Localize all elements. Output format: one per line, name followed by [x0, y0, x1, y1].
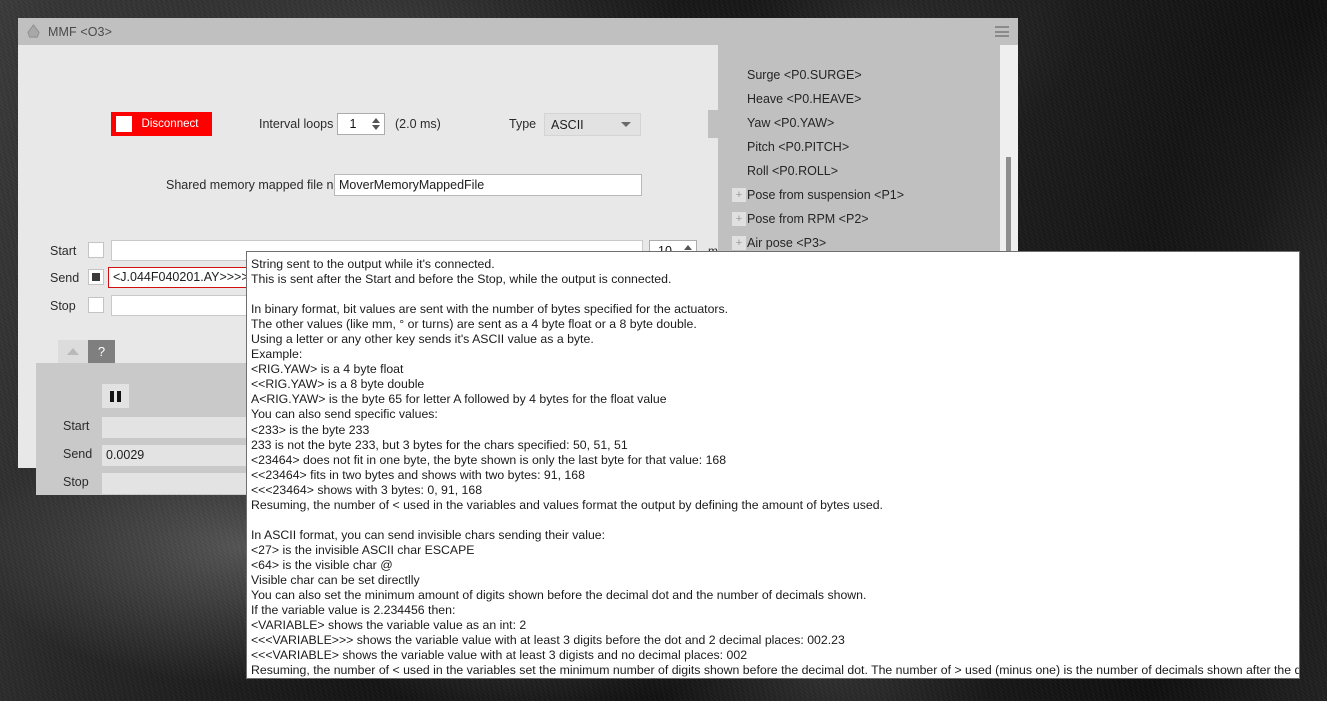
start-label: Start [50, 244, 77, 258]
disconnect-button[interactable]: Disconnect [111, 112, 212, 136]
help-tooltip-line: You can also set the minimum amount of d… [251, 588, 867, 603]
help-tooltip-line: <233> is the byte 233 [251, 422, 370, 437]
help-tooltip-line: <23464> does not fit in one byte, the by… [251, 452, 727, 467]
spin-down-icon[interactable] [371, 125, 380, 130]
help-tooltip-line: String sent to the output while it's con… [251, 257, 495, 271]
tree-item[interactable]: + Pose from RPM <P2> [718, 207, 1000, 231]
tree-item-label: Surge <P0.SURGE> [747, 68, 862, 82]
help-tooltip-line: <<<VARIABLE>>> shows the variable value … [251, 633, 845, 648]
tree-item-label: Pitch <P0.PITCH> [747, 140, 850, 154]
tree-item[interactable]: Pitch <P0.PITCH> [718, 135, 1000, 159]
stop-label: Stop [50, 299, 76, 313]
tree-item[interactable]: Surge <P0.SURGE> [718, 63, 1000, 87]
interval-loops-label: Interval loops [259, 117, 334, 131]
mmf-name-input[interactable]: MoverMemoryMappedFile [334, 174, 642, 196]
help-tooltip-line: The other values (like mm, ° or turns) a… [251, 317, 697, 332]
help-tooltip-popup: String sent to the output while it's con… [246, 251, 1300, 679]
type-dropdown[interactable]: ASCII [544, 113, 641, 136]
help-tooltip-line: Using a letter or any other key sends it… [251, 332, 594, 347]
interval-loops-spin-arrows[interactable] [370, 114, 384, 134]
monitor-stop-label: Stop [63, 475, 89, 489]
help-tooltip-line: <27> is the invisible ASCII char ESCAPE [251, 542, 475, 557]
app-logo-icon [27, 24, 40, 38]
help-tooltip-line [251, 513, 1293, 528]
help-tooltip-line: In ASCII format, you can send invisible … [251, 527, 606, 542]
tree-scrollbar-thumb[interactable] [1006, 157, 1011, 257]
expand-icon[interactable]: + [732, 236, 746, 250]
help-tooltip-line: Resuming, the number of < used in the va… [251, 497, 883, 512]
monitor-start-label: Start [63, 419, 90, 433]
send-label: Send [50, 271, 80, 285]
send-command-text: <J.044F040201.AY>>>>> [113, 270, 256, 284]
disconnect-button-label: Disconnect [141, 118, 199, 130]
help-tooltip-line: <<<23464> shows with 3 bytes: 0, 91, 168 [251, 482, 483, 497]
monitor-send-label: Send [63, 447, 93, 461]
help-tooltip-line: <64> is the visible char @ [251, 557, 393, 572]
help-tooltip-line: <<<VARIABLE> shows the variable value wi… [251, 648, 748, 663]
help-tooltip-line: <VARIABLE> shows the variable value as a… [251, 618, 527, 633]
type-label: Type [509, 117, 537, 131]
spin-up-icon[interactable] [371, 118, 380, 123]
help-tooltip-line: In binary format, bit values are sent wi… [251, 302, 729, 317]
type-dropdown-value: ASCII [551, 117, 584, 132]
tree-item[interactable]: Roll <P0.ROLL> [718, 159, 1000, 183]
connection-status-led [116, 116, 132, 132]
tree-item-label: Air pose <P3> [747, 236, 827, 250]
start-checkbox[interactable] [88, 242, 104, 258]
tree-item-label: Yaw <P0.YAW> [747, 116, 835, 130]
title-bar[interactable]: MMF <O3> [18, 18, 1018, 45]
help-tooltip-line [251, 287, 1293, 302]
pause-button[interactable] [102, 384, 129, 408]
tab-strip: ? [58, 340, 115, 363]
window-title: MMF <O3> [48, 24, 113, 39]
help-tooltip-line: <RIG.YAW> is a 4 byte float [251, 362, 404, 377]
scroll-up-tab[interactable] [58, 340, 88, 363]
triangle-up-icon [67, 348, 79, 355]
expand-icon[interactable]: + [732, 212, 746, 226]
help-tooltip-line: You can also send specific values: [251, 407, 438, 422]
interval-loops-value[interactable]: 1 [338, 117, 370, 131]
help-tooltip-line: If the variable value is 2.234456 then: [251, 603, 456, 618]
interval-loops-stepper[interactable]: 1 [337, 113, 385, 135]
help-tooltip-line: Resuming, the number of < used in the va… [251, 663, 1300, 678]
tree-item-label: Pose from RPM <P2> [747, 212, 869, 226]
hamburger-menu-icon[interactable] [995, 26, 1009, 37]
help-tooltip-line: Visible char can be set directlly [251, 572, 420, 587]
tree-item[interactable]: Yaw <P0.YAW> [718, 111, 1000, 135]
mmf-name-label: Shared memory mapped file name [166, 178, 358, 192]
chevron-down-icon [621, 122, 631, 127]
tree-item-label: Pose from suspension <P1> [747, 188, 905, 202]
help-tooltip-line: <<23464> fits in two bytes and shows wit… [251, 467, 585, 482]
interval-ms-note: (2.0 ms) [395, 117, 441, 131]
tab-help[interactable]: ? [88, 340, 115, 363]
expand-icon[interactable]: + [732, 188, 746, 202]
help-tooltip-line: This is sent after the Start and before … [251, 272, 672, 287]
tree-item-label: Roll <P0.ROLL> [747, 164, 839, 178]
help-tooltip-line: Example: [251, 347, 303, 362]
help-tooltip-line: A<RIG.YAW> is the byte 65 for letter A f… [251, 392, 667, 407]
tree-item[interactable]: + Pose from suspension <P1> [718, 183, 1000, 207]
tree-item[interactable]: Heave <P0.HEAVE> [718, 87, 1000, 111]
tree-item-label: Heave <P0.HEAVE> [747, 92, 862, 106]
stop-checkbox[interactable] [88, 297, 104, 313]
help-tooltip-line: 233 is not the byte 233, but 3 bytes for… [251, 437, 628, 452]
send-checkbox[interactable] [88, 269, 104, 285]
spin-up-icon[interactable] [683, 245, 692, 250]
help-tooltip-line: <<RIG.YAW> is a 8 byte double [251, 377, 425, 392]
